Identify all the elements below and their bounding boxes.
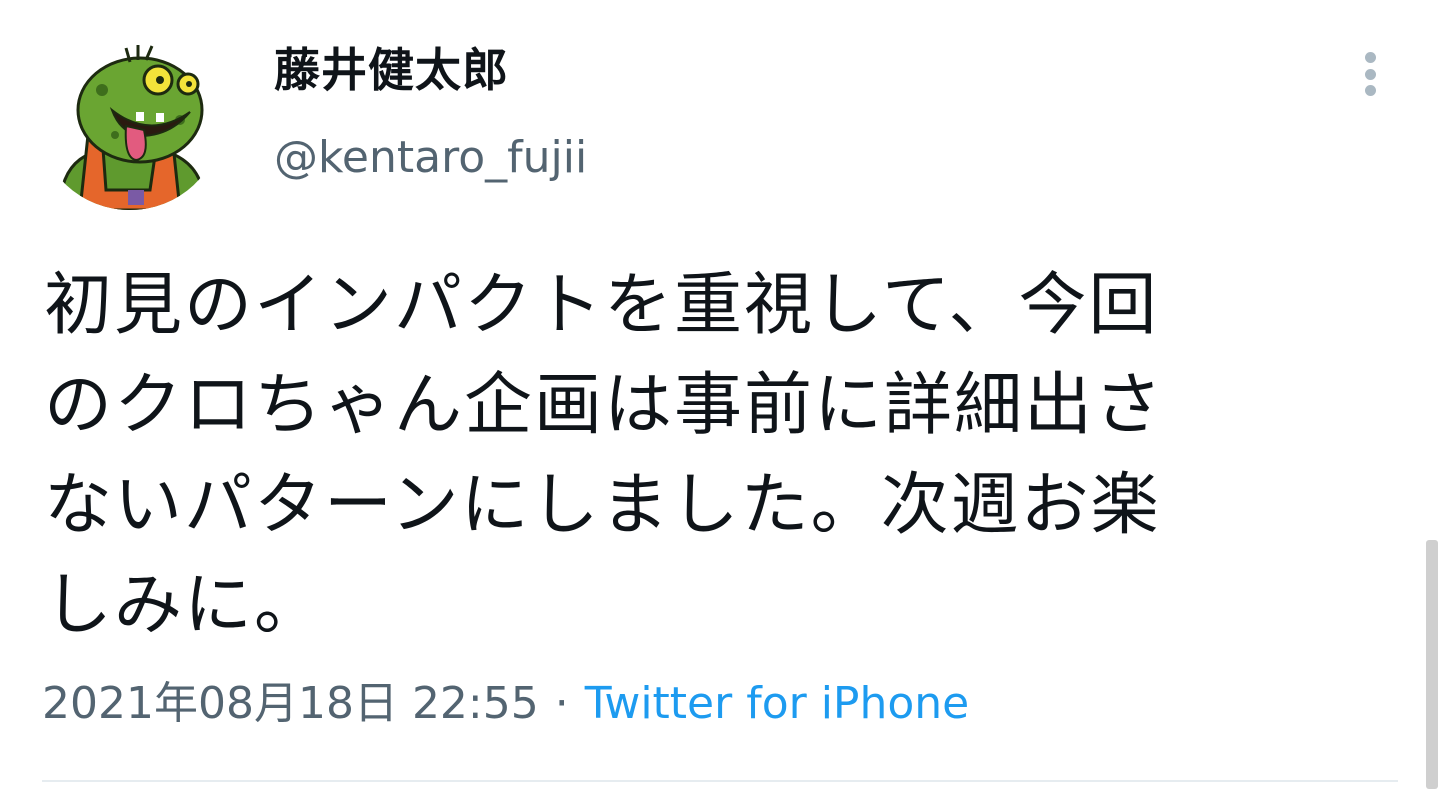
scrollbar[interactable]	[1426, 540, 1438, 789]
tweet-timestamp[interactable]: 2021年08月18日 22:55	[42, 678, 539, 729]
more-dot-icon	[1364, 52, 1376, 63]
tweet-text-line: ないパターンにしました。次週お楽	[44, 466, 1161, 545]
meta-separator: ·	[554, 678, 569, 729]
green-monster-avatar-icon	[40, 40, 220, 210]
tweet-text-line: のクロちゃん企画は事前に詳細出さ	[44, 366, 1165, 445]
author-display-name[interactable]: 藤井健太郎	[274, 38, 509, 102]
more-dot-icon	[1364, 68, 1376, 80]
tweet-text: 初見のインパクトを重視して、今回 のクロちゃん企画は事前に詳細出さ ないパターン…	[44, 256, 1356, 656]
more-dot-icon	[1364, 85, 1376, 96]
tweet-source-link[interactable]: Twitter for iPhone	[585, 678, 969, 729]
more-options-button[interactable]	[1352, 46, 1388, 102]
divider	[42, 780, 1398, 782]
tweet-meta: 2021年08月18日 22:55 · Twitter for iPhone	[42, 672, 969, 736]
author-handle[interactable]: @kentaro_fujii	[274, 128, 587, 188]
tweet-text-line: しみに。	[44, 566, 325, 645]
tweet-text-line: 初見のインパクトを重視して、今回	[44, 266, 1159, 345]
avatar[interactable]	[40, 40, 220, 210]
